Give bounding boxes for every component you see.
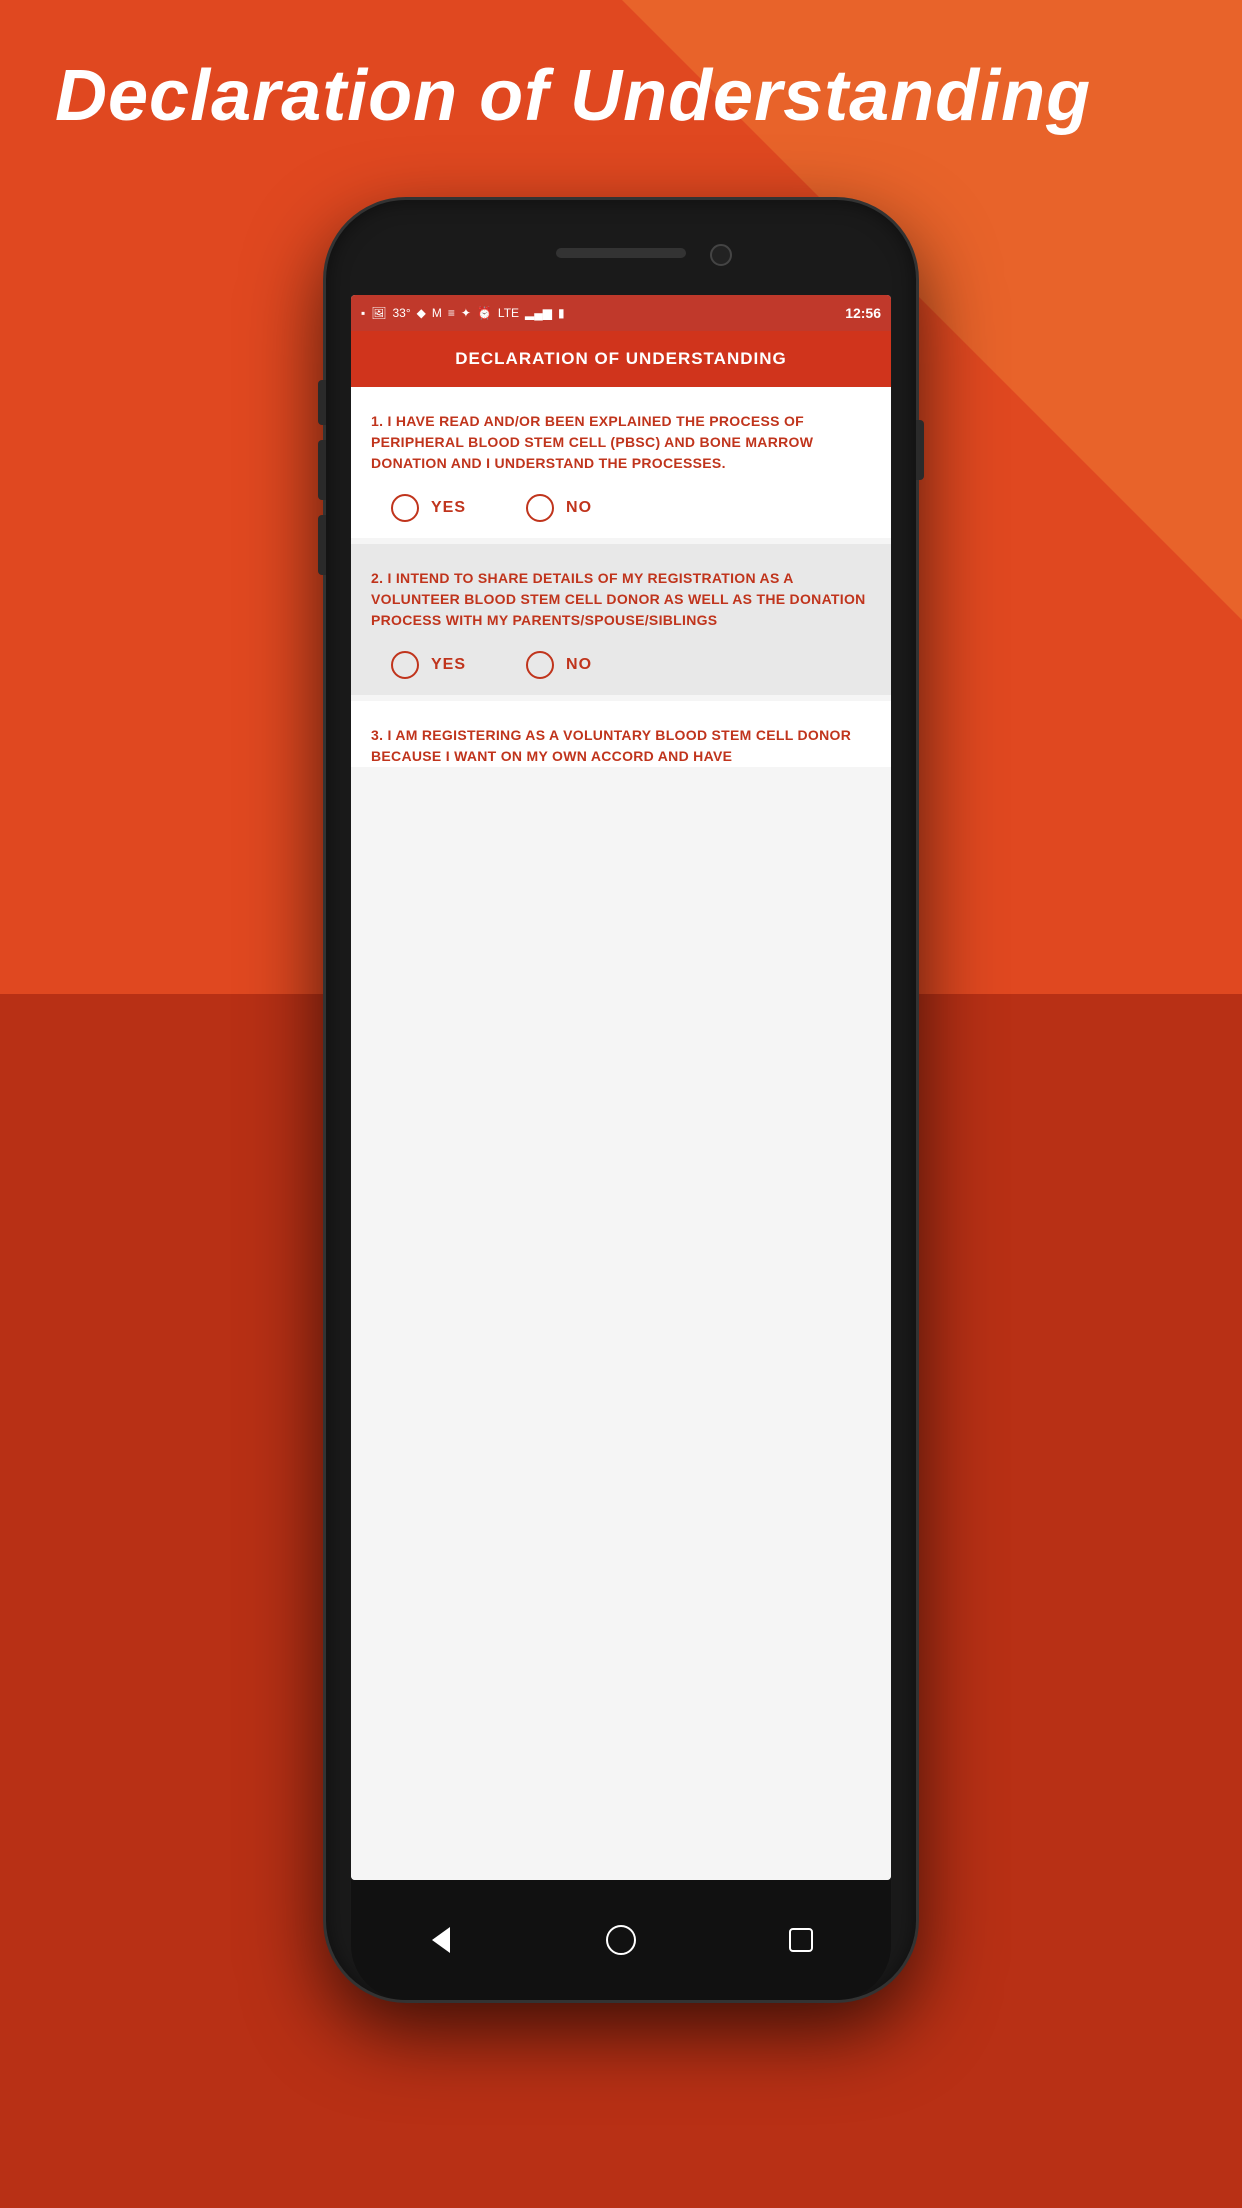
question-1-no[interactable]: NO (526, 494, 592, 522)
status-icon-notes: ≡ (448, 306, 455, 320)
page-title: Declaration of Understanding (55, 55, 1091, 137)
status-icon-alarm: ⏰ (477, 306, 492, 320)
question-2-text: 2. I INTEND TO SHARE DETAILS OF MY REGIS… (371, 568, 871, 631)
screen-content: 1. I HAVE READ AND/OR BEEN EXPLAINED THE… (351, 387, 891, 1880)
question-1-text: 1. I HAVE READ AND/OR BEEN EXPLAINED THE… (371, 411, 871, 474)
phone-volume-up-button (318, 440, 326, 500)
phone-speaker (556, 248, 686, 258)
nav-recents-button[interactable] (781, 1920, 821, 1960)
phone-volume-down-button (318, 515, 326, 575)
phone-device: ▪ 🖼 33° ◆ M ≡ ✦ ⏰ LTE ▂▄▆ ▮ 12:56 DECLAR… (326, 200, 916, 2000)
recents-icon (789, 1928, 813, 1952)
status-icon-nav: ◆ (417, 306, 426, 320)
question-2-no-label: NO (566, 656, 592, 674)
question-1-yes[interactable]: YES (391, 494, 466, 522)
question-2-answers: YES NO (371, 651, 871, 679)
status-icon-square: ▪ (361, 306, 365, 320)
home-icon (606, 1925, 636, 1955)
question-2-no[interactable]: NO (526, 651, 592, 679)
question-block-2: 2. I INTEND TO SHARE DETAILS OF MY REGIS… (351, 544, 891, 695)
status-time: 12:56 (845, 305, 881, 321)
status-icon-image: 🖼 (371, 306, 386, 320)
question-block-1: 1. I HAVE READ AND/OR BEEN EXPLAINED THE… (351, 387, 891, 538)
app-bar-title: DECLARATION OF UNDERSTANDING (455, 349, 786, 369)
question-2-yes[interactable]: YES (391, 651, 466, 679)
phone-power-button (916, 420, 924, 480)
phone-screen: ▪ 🖼 33° ◆ M ≡ ✦ ⏰ LTE ▂▄▆ ▮ 12:56 DECLAR… (351, 295, 891, 1880)
status-icon-bluetooth: ✦ (461, 306, 471, 320)
status-temperature: 33° (393, 306, 411, 320)
nav-home-button[interactable] (601, 1920, 641, 1960)
status-lte: LTE (498, 306, 519, 320)
question-1-yes-radio[interactable] (391, 494, 419, 522)
phone-navigation (351, 1880, 891, 2000)
status-bar: ▪ 🖼 33° ◆ M ≡ ✦ ⏰ LTE ▂▄▆ ▮ 12:56 (351, 295, 891, 331)
status-battery: ▮ (558, 306, 565, 320)
question-1-answers: YES NO (371, 494, 871, 522)
question-2-yes-radio[interactable] (391, 651, 419, 679)
question-1-no-radio[interactable] (526, 494, 554, 522)
status-icon-gmail: M (432, 306, 442, 320)
question-1-no-label: NO (566, 499, 592, 517)
app-bar: DECLARATION OF UNDERSTANDING (351, 331, 891, 387)
phone-volume-mute-button (318, 380, 326, 425)
question-1-yes-label: YES (431, 499, 466, 517)
phone-camera (710, 244, 732, 266)
question-2-yes-label: YES (431, 656, 466, 674)
question-2-no-radio[interactable] (526, 651, 554, 679)
question-block-3: 3. I AM REGISTERING AS A VOLUNTARY BLOOD… (351, 701, 891, 767)
status-signal-bars: ▂▄▆ (525, 306, 552, 320)
phone-shell: ▪ 🖼 33° ◆ M ≡ ✦ ⏰ LTE ▂▄▆ ▮ 12:56 DECLAR… (326, 200, 916, 2000)
status-bar-left: ▪ 🖼 33° ◆ M ≡ ✦ ⏰ LTE ▂▄▆ ▮ (361, 306, 565, 320)
question-3-text: 3. I AM REGISTERING AS A VOLUNTARY BLOOD… (371, 725, 871, 767)
nav-back-button[interactable] (421, 1920, 461, 1960)
back-icon (432, 1927, 450, 1953)
